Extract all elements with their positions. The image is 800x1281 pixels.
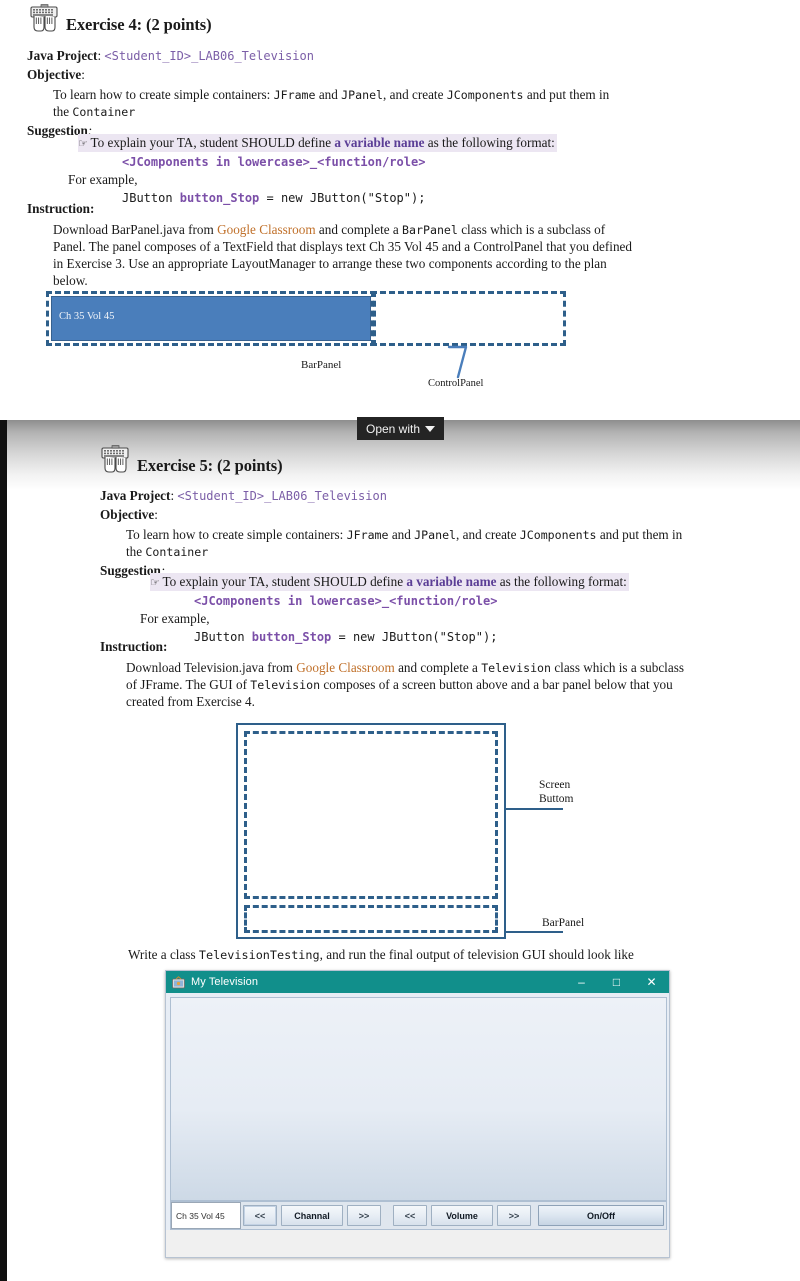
ex4-instruction-line-4: below. [53, 273, 88, 289]
ex5-obj-container: Container [145, 544, 209, 559]
exercise-5-heading: Exercise 5: (2 points) [98, 445, 283, 476]
ex5-instruction-label: Instruction: [100, 639, 168, 654]
ex4-instr-a: Download BarPanel.java from [53, 221, 218, 237]
barpanel-textfield-label: Ch 35 Vol 45 [59, 311, 115, 322]
ex4-obj-jframe: JFrame [273, 87, 316, 102]
ex5-instruction-line-3: created from Exercise 4. [126, 694, 255, 710]
ex4-java-project-value: <Student_ID>_LAB06_Television [104, 49, 314, 63]
ex4-instr-b: and complete a [315, 221, 403, 237]
ex4-instr-c: class which is a subclass of [457, 221, 606, 237]
pointing-hand-icon: ☞ [78, 137, 88, 150]
ex5-instr-c: class which is a subclass [551, 659, 684, 675]
exercise-4-heading: Exercise 4: (2 points) [27, 4, 212, 35]
ex4-objective-line-2: the Container [53, 104, 727, 121]
ex5-java-project-label: Java Project [100, 488, 171, 503]
keyboard-hands-icon [101, 445, 129, 473]
ex5-suggest-text-a: To explain your TA, student SHOULD defin… [162, 574, 407, 589]
pointing-hand-icon: ☞ [150, 576, 160, 589]
ex5-obj-jcomponents: JComponents [519, 527, 597, 542]
ex5-instr-line2-b: composes of a screen button above and a … [320, 677, 673, 693]
ex5-objective-label: Objective [100, 506, 155, 522]
ex5-java-project-line: Java Project: <Student_ID>_LAB06_Televis… [100, 488, 800, 505]
ex4-suggest-format: <JComponents in lowercase>_<function/rol… [122, 155, 426, 169]
ex4-instr-link[interactable]: Google Classroom [217, 222, 316, 237]
ex5-suggest-highlight-row: ☞ To explain your TA, student SHOULD def… [150, 573, 629, 591]
controlpanel-dashed-boundary [371, 291, 566, 346]
ex4-java-project-line: Java Project: <Student_ID>_LAB06_Televis… [27, 48, 727, 65]
barpanel-caption: BarPanel [301, 359, 342, 371]
open-with-label: Open with [365, 421, 421, 436]
ex5-suggestion-block: ☞ To explain your TA, student SHOULD def… [140, 573, 629, 645]
ex5-obj-jpanel: JPanel [414, 527, 457, 542]
ex5-objective-line-1: To learn how to create simple containers… [126, 527, 800, 544]
ex4-instr-class: BarPanel [402, 222, 458, 237]
ex4-java-project-colon: : [97, 48, 102, 63]
exercise-4-title: Exercise 4: (2 points) [66, 15, 212, 34]
ex4-instruction-label: Instruction: [27, 201, 95, 216]
chevron-down-icon [425, 425, 436, 432]
ex5-objective-colon: : [154, 506, 158, 522]
ex5-obj-jframe: JFrame [346, 527, 389, 542]
ex4-suggest-highlight: a variable name [334, 135, 425, 150]
exercise-5-content: Exercise 5: (2 points) Java Project: <St… [0, 420, 800, 1281]
ex4-obj-text-a: To learn how to create simple containers… [53, 86, 274, 102]
controlpanel-pointer-icon [447, 345, 468, 379]
ex5-obj-line2-a: the [126, 543, 146, 559]
barpanel-plan-diagram: Ch 35 Vol 45 BarPanel ControlPanel [46, 291, 571, 389]
ex4-for-example: For example, [68, 172, 138, 187]
keyboard-hands-icon [30, 4, 58, 32]
ex5-instruction-line-1: Download Television.java from Google Cla… [126, 659, 800, 676]
exercise-4-section: Exercise 4: (2 points) Java Project: <St… [0, 0, 800, 420]
ex5-objective-label-line: Objective: [100, 507, 800, 524]
ex5-java-project-value: <Student_ID>_LAB06_Television [177, 489, 387, 503]
ex5-objective-line-2: the Container [126, 544, 800, 561]
ex4-objective-colon: : [81, 66, 85, 82]
ex4-obj-jcomponents: JComponents [446, 87, 524, 102]
ex4-obj-text-c: , and create [383, 86, 447, 102]
ex5-obj-text-a: To learn how to create simple containers… [126, 526, 347, 542]
ex4-suggestion-block: ☞ To explain your TA, student SHOULD def… [68, 134, 557, 206]
ex5-instr-class: Television [481, 660, 552, 675]
ex4-suggest-highlight-row: ☞ To explain your TA, student SHOULD def… [78, 134, 557, 152]
ex4-suggest-text-a: To explain your TA, student SHOULD defin… [90, 135, 335, 150]
ex5-for-example: For example, [140, 611, 210, 626]
ex5-instr-a: Download Television.java from [126, 659, 297, 675]
ex5-instruction-line-2: of JFrame. The GUI of Television compose… [126, 676, 800, 693]
ex4-obj-container: Container [72, 104, 136, 119]
ex5-obj-text-c: , and create [456, 526, 520, 542]
ex4-instruction-line-3: in Exercise 3. Use an appropriate Layout… [53, 256, 607, 272]
ex4-instruction-line-1: Download BarPanel.java from Google Class… [53, 221, 747, 238]
open-with-button[interactable]: Open with [357, 417, 444, 440]
ex4-obj-text-d: and put them in [523, 86, 610, 102]
ex5-obj-text-d: and put them in [596, 526, 683, 542]
ex4-instruction-line-2: Panel. The panel composes of a TextField… [53, 239, 632, 255]
ex5-instr-b: and complete a [394, 659, 482, 675]
ex4-objective-line-1: To learn how to create simple containers… [53, 87, 727, 104]
ex5-suggest-format: <JComponents in lowercase>_<function/rol… [194, 594, 498, 608]
ex5-obj-text-b: and [388, 526, 415, 542]
ex5-instr-line2-class: Television [250, 678, 321, 693]
ex5-suggest-highlight: a variable name [406, 574, 497, 589]
ex4-java-project-label: Java Project [27, 48, 98, 63]
ex5-instr-link[interactable]: Google Classroom [296, 660, 395, 675]
ex5-suggest-text-b: as the following format: [496, 574, 627, 589]
ex5-java-project-colon: : [170, 488, 175, 503]
controlpanel-caption: ControlPanel [428, 378, 484, 389]
exercise-5-title: Exercise 5: (2 points) [137, 456, 283, 475]
ex4-objective-label-line: Objective: [27, 67, 727, 84]
ex4-obj-jpanel: JPanel [341, 87, 384, 102]
ex5-instr-line2-a: of JFrame. The GUI of [126, 677, 251, 693]
ex4-obj-line2-a: the [53, 103, 73, 119]
ex4-objective-label: Objective [27, 66, 82, 82]
ex4-suggest-text-b: as the following format: [424, 135, 555, 150]
ex4-obj-text-b: and [315, 86, 342, 102]
